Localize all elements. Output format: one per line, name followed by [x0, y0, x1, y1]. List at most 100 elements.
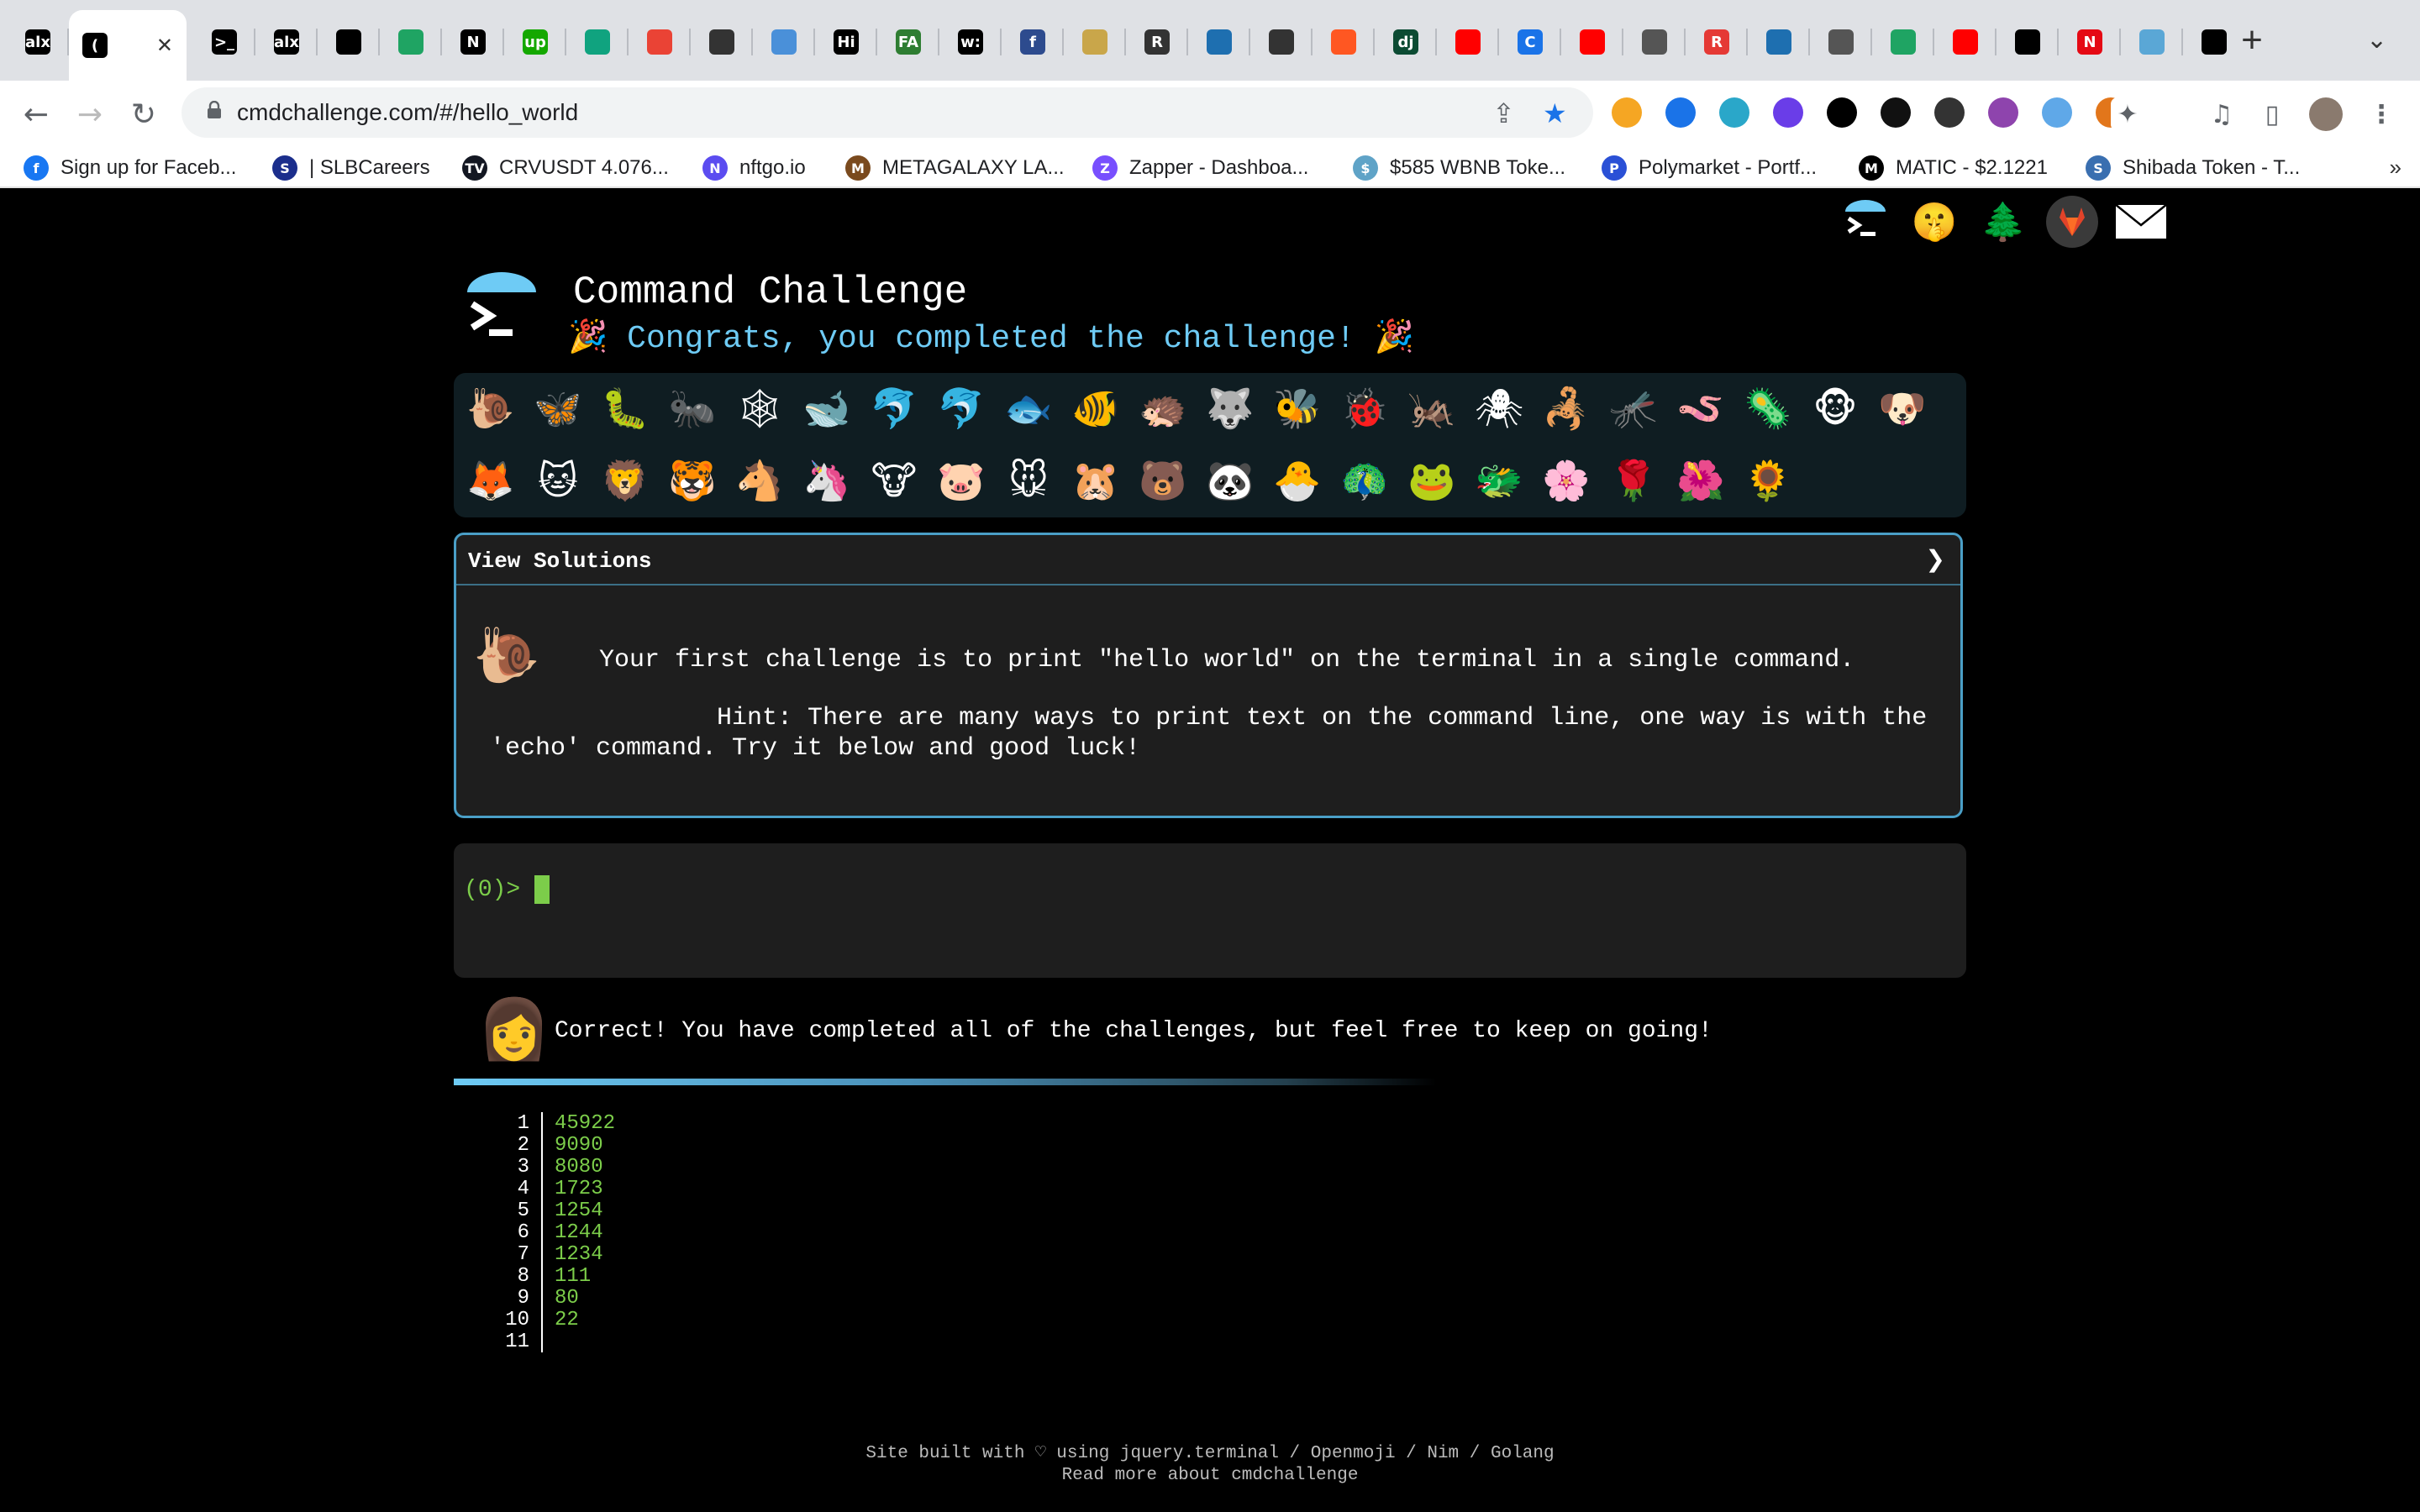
- chat-extension-icon[interactable]: [1773, 97, 1803, 128]
- challenge-badge-icon[interactable]: 🦟: [1607, 381, 1660, 435]
- forward-arrow-icon[interactable]: →: [71, 96, 109, 134]
- browser-tab[interactable]: up: [504, 13, 566, 71]
- challenge-badge-icon[interactable]: 🌸: [1539, 454, 1593, 507]
- browser-tab[interactable]: [1561, 13, 1623, 71]
- back-arrow-icon[interactable]: ←: [17, 96, 55, 134]
- read-more-link[interactable]: Read more about cmdchallenge: [0, 1465, 2420, 1487]
- close-tab-icon[interactable]: ✕: [156, 34, 173, 57]
- terminal-cursor[interactable]: [534, 875, 550, 904]
- challenge-badge-icon[interactable]: 🐋: [800, 381, 854, 435]
- plane-extension-icon[interactable]: [1665, 97, 1696, 128]
- terminal-input[interactable]: (0)>: [454, 843, 1966, 978]
- challenge-badge-icon[interactable]: 🐺: [1203, 381, 1257, 435]
- browser-tab[interactable]: C: [1499, 13, 1561, 71]
- gitlab-icon[interactable]: [2045, 195, 2099, 249]
- challenge-badge-icon[interactable]: 🐼: [1203, 454, 1257, 507]
- challenge-badge-icon[interactable]: 🐝: [1270, 381, 1324, 435]
- puzzle-extensions-icon[interactable]: ✦: [2111, 97, 2144, 131]
- browser-tab[interactable]: [629, 13, 691, 71]
- challenge-badge-icon[interactable]: 🐞: [1338, 381, 1392, 435]
- tree-icon[interactable]: 🌲: [1976, 195, 2030, 249]
- challenge-badge-icon[interactable]: 🐴: [733, 454, 786, 507]
- browser-tab[interactable]: [753, 13, 815, 71]
- browser-tab[interactable]: [2183, 13, 2245, 71]
- browser-tab[interactable]: Hi: [815, 13, 877, 71]
- browser-tab[interactable]: N: [2059, 13, 2121, 71]
- challenge-badge-icon[interactable]: 🐷: [934, 454, 988, 507]
- side-panel-icon[interactable]: ▯: [2255, 97, 2289, 131]
- key-extension-icon[interactable]: [1612, 97, 1642, 128]
- challenge-badge-icon[interactable]: 🐲: [1472, 454, 1526, 507]
- browser-menu-icon[interactable]: ⋮: [2365, 97, 2398, 131]
- browser-tab[interactable]: [1250, 13, 1313, 71]
- browser-tab[interactable]: [1623, 13, 1686, 71]
- profile-avatar[interactable]: [2309, 97, 2343, 131]
- challenge-badge-icon[interactable]: 🦋: [531, 381, 585, 435]
- challenge-badge-icon[interactable]: 🐯: [666, 454, 719, 507]
- challenge-badge-icon[interactable]: 🌹: [1607, 454, 1660, 507]
- browser-tab[interactable]: [566, 13, 629, 71]
- bookmark-item[interactable]: Z Zapper - Dashboa...: [1092, 150, 1308, 186]
- challenge-badge-icon[interactable]: 🦊: [464, 454, 518, 507]
- challenge-badge-icon[interactable]: 🐮: [867, 454, 921, 507]
- bookmark-item[interactable]: P Polymarket - Portf...: [1602, 150, 1817, 186]
- io-extension-icon[interactable]: [1934, 97, 1965, 128]
- chevron-right-icon[interactable]: ❯: [1926, 545, 1945, 573]
- bookmark-item[interactable]: M METAGALAXY LA...: [845, 150, 1065, 186]
- browser-tab[interactable]: [1437, 13, 1499, 71]
- challenge-badge-icon[interactable]: 🦄: [800, 454, 854, 507]
- share-icon[interactable]: ⇪: [1492, 97, 1515, 129]
- more-bookmarks-icon[interactable]: »: [2390, 155, 2402, 181]
- url-text[interactable]: cmdchallenge.com/#/hello_world: [237, 99, 578, 126]
- browser-tab[interactable]: [1996, 13, 2059, 71]
- bookmark-item[interactable]: TV CRVUSDT 4.076...: [462, 150, 669, 186]
- browser-tab[interactable]: [1313, 13, 1375, 71]
- browser-tab[interactable]: alx: [7, 13, 69, 71]
- address-bar[interactable]: cmdchallenge.com/#/hello_world ⇪ ★: [182, 87, 1593, 138]
- a-extension-icon[interactable]: [1988, 97, 2018, 128]
- challenge-badge-icon[interactable]: 🌻: [1741, 454, 1795, 507]
- challenge-badge-icon[interactable]: 🐌: [464, 381, 518, 435]
- view-solutions-toggle[interactable]: View Solutions ❯: [456, 535, 1960, 585]
- challenge-badge-icon[interactable]: 🕸: [733, 381, 786, 435]
- challenge-badge-icon[interactable]: 🕷: [1472, 381, 1526, 435]
- challenge-badge-icon[interactable]: 🦗: [1405, 381, 1459, 435]
- browser-tab[interactable]: dj: [1375, 13, 1437, 71]
- challenge-badge-icon[interactable]: 🦚: [1338, 454, 1392, 507]
- challenge-badge-icon[interactable]: 🐵: [1808, 381, 1862, 435]
- challenge-badge-icon[interactable]: 🐶: [1876, 381, 1929, 435]
- media-controls-icon[interactable]: ♫: [2205, 97, 2238, 131]
- browser-tab[interactable]: >_: [193, 13, 255, 71]
- browser-tab[interactable]: w:: [939, 13, 1002, 71]
- browser-tab[interactable]: R: [1686, 13, 1748, 71]
- dark-extension-icon[interactable]: [1827, 97, 1857, 128]
- browser-tab[interactable]: [1872, 13, 1934, 71]
- challenge-badge-icon[interactable]: 🐜: [666, 381, 719, 435]
- challenge-badge-icon[interactable]: 🐻: [1136, 454, 1190, 507]
- mail-icon[interactable]: [2114, 195, 2168, 249]
- browser-tab[interactable]: [2121, 13, 2183, 71]
- reload-icon[interactable]: ↻: [124, 96, 163, 134]
- browser-tab[interactable]: [1810, 13, 1872, 71]
- bookmark-item[interactable]: M MATIC - $2.1221: [1859, 150, 2048, 186]
- challenge-badge-icon[interactable]: 🦔: [1136, 381, 1190, 435]
- challenge-badge-icon[interactable]: 🐠: [1069, 381, 1123, 435]
- challenge-badge-icon[interactable]: 🐟: [1002, 381, 1055, 435]
- challenge-badge-icon[interactable]: 🐭: [1002, 454, 1055, 507]
- challenge-badge-icon[interactable]: 🐹: [1069, 454, 1123, 507]
- browser-tab[interactable]: [1748, 13, 1810, 71]
- browser-tab[interactable]: [691, 13, 753, 71]
- browser-tab[interactable]: [1064, 13, 1126, 71]
- browser-tab[interactable]: N: [442, 13, 504, 71]
- browser-tab[interactable]: (✕: [69, 10, 187, 81]
- browser-tab[interactable]: [1934, 13, 1996, 71]
- shushing-face-icon[interactable]: 🤫: [1907, 195, 1961, 249]
- browser-tab[interactable]: FA: [877, 13, 939, 71]
- browser-tab[interactable]: f: [1002, 13, 1064, 71]
- challenge-badge-icon[interactable]: 🐣: [1270, 454, 1324, 507]
- bookmark-item[interactable]: S Shibada Token - T...: [2086, 150, 2300, 186]
- browser-tab[interactable]: [318, 13, 380, 71]
- tab-search-chevron-icon[interactable]: ⌄: [2366, 25, 2387, 55]
- browser-tab[interactable]: [1188, 13, 1250, 71]
- browser-tab[interactable]: [380, 13, 442, 71]
